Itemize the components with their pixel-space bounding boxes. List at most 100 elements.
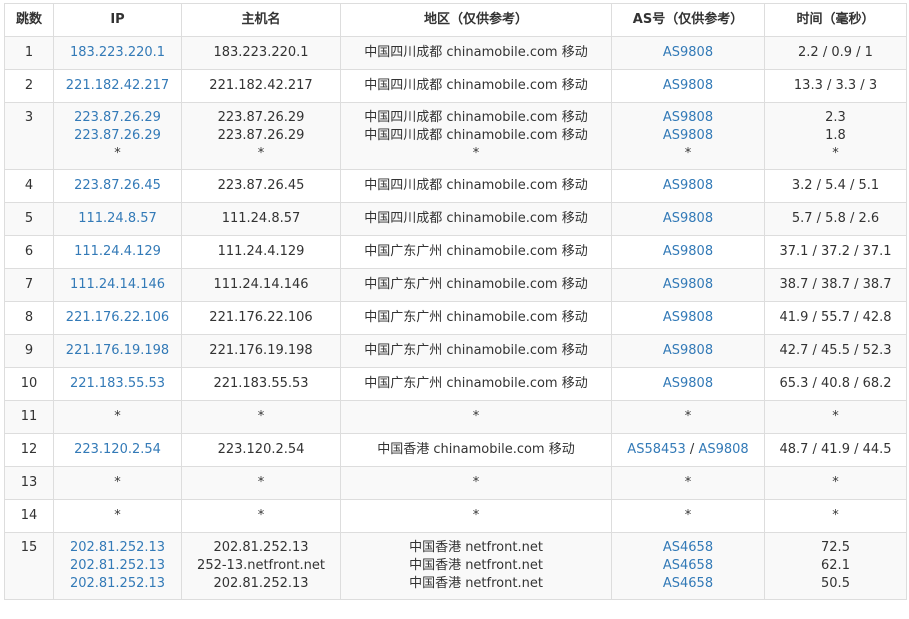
hostname-cell: 221.183.55.53 xyxy=(181,367,341,401)
ip-cell: * xyxy=(53,499,182,533)
region-text: 中国香港 chinamobile.com 移动 xyxy=(377,442,575,457)
hop-cell: 12 xyxy=(4,433,54,467)
asn-link[interactable]: AS9808 xyxy=(663,128,713,143)
hop-cell: 9 xyxy=(4,334,54,368)
hostname-text: 223.87.26.29 xyxy=(217,128,305,143)
asn-link[interactable]: AS58453 xyxy=(627,442,686,457)
region-text: 中国广东广州 chinamobile.com 移动 xyxy=(364,310,588,325)
hostname-text: * xyxy=(257,146,265,161)
hop-cell: 6 xyxy=(4,235,54,269)
region-text: * xyxy=(472,475,480,490)
asn-line: AS9808 xyxy=(612,342,764,360)
region-text: * xyxy=(472,508,480,523)
region-text: 中国香港 netfront.net xyxy=(409,576,543,591)
ip-link[interactable]: 221.182.42.217 xyxy=(54,77,181,95)
hop-cell: 2 xyxy=(4,69,54,103)
ip-link[interactable]: 221.183.55.53 xyxy=(54,375,181,393)
region-cell: * xyxy=(340,499,612,533)
hop-cell: 11 xyxy=(4,400,54,434)
asn-text: * xyxy=(684,409,692,424)
asn-link[interactable]: AS9808 xyxy=(663,110,713,125)
hostname-text: * xyxy=(257,475,265,490)
ip-text: * xyxy=(114,508,121,523)
asn-line: AS9808 xyxy=(612,375,764,393)
asn-cell: AS9808 xyxy=(611,367,765,401)
asn-text: * xyxy=(684,475,692,490)
asn-line: AS9808 xyxy=(612,309,764,327)
ip-link[interactable]: 223.87.26.45 xyxy=(54,177,181,195)
table-row: 2 221.182.42.217 221.182.42.217 中国四川成都 chin… xyxy=(4,69,907,103)
hostname-text: 111.24.8.57 xyxy=(221,211,301,226)
ip-link[interactable]: 223.87.26.29 xyxy=(54,127,181,145)
table-body: 1 183.223.220.1 183.223.220.1 中国四川成都 chinam… xyxy=(4,36,907,600)
asn-line: AS9808 xyxy=(612,127,764,145)
hop-cell: 14 xyxy=(4,499,54,533)
asn-cell: AS4658 AS4658 AS4658 xyxy=(611,532,765,600)
time-text: * xyxy=(832,475,839,490)
time-text: 2.3 xyxy=(825,110,846,125)
ip-cell: 111.24.4.129 xyxy=(53,235,182,269)
asn-link[interactable]: AS9808 xyxy=(663,244,713,259)
region-cell: 中国四川成都 chinamobile.com 移动 中国四川成都 chinamob… xyxy=(340,102,612,170)
time-cell: * xyxy=(764,400,907,434)
time-cell: 72.5 62.1 50.5 xyxy=(764,532,907,600)
asn-link[interactable]: AS9808 xyxy=(663,277,713,292)
table-row: 1 183.223.220.1 183.223.220.1 中国四川成都 chinam… xyxy=(4,36,907,70)
hostname-cell: * xyxy=(181,466,341,500)
hostname-cell: 223.120.2.54 xyxy=(181,433,341,467)
ip-cell: 221.182.42.217 xyxy=(53,69,182,103)
hop-cell: 8 xyxy=(4,301,54,335)
time-cell: 5.7 / 5.8 / 2.6 xyxy=(764,202,907,236)
column-header-hop: 跳数 xyxy=(4,3,54,37)
asn-line: AS4658 xyxy=(612,575,764,593)
region-text: 中国广东广州 chinamobile.com 移动 xyxy=(364,343,588,358)
region-cell: 中国广东广州 chinamobile.com 移动 xyxy=(340,268,612,302)
ip-link[interactable]: 183.223.220.1 xyxy=(54,44,181,62)
hostname-text: 111.24.4.129 xyxy=(217,244,305,259)
hostname-cell: 183.223.220.1 xyxy=(181,36,341,70)
region-cell: 中国香港 netfront.net 中国香港 netfront.net 中国香港 n… xyxy=(340,532,612,600)
asn-link[interactable]: AS9808 xyxy=(698,442,748,457)
time-cell: 38.7 / 38.7 / 38.7 xyxy=(764,268,907,302)
asn-link[interactable]: AS9808 xyxy=(663,343,713,358)
time-text: 62.1 xyxy=(821,558,850,573)
hostname-text: * xyxy=(257,409,265,424)
asn-link[interactable]: AS9808 xyxy=(663,78,713,93)
ip-link[interactable]: 111.24.8.57 xyxy=(54,210,181,228)
ip-link[interactable]: 221.176.22.106 xyxy=(54,309,181,327)
time-text: 48.7 / 41.9 / 44.5 xyxy=(779,442,892,457)
hostname-text: 202.81.252.13 xyxy=(213,576,309,591)
time-cell: 65.3 / 40.8 / 68.2 xyxy=(764,367,907,401)
ip-link[interactable]: 202.81.252.13 xyxy=(54,575,181,593)
asn-line: * xyxy=(612,507,764,525)
hostname-cell: 111.24.8.57 xyxy=(181,202,341,236)
ip-link[interactable]: 111.24.4.129 xyxy=(54,243,181,261)
ip-link[interactable]: 202.81.252.13 xyxy=(54,539,181,557)
region-text: 中国四川成都 chinamobile.com 移动 xyxy=(364,78,588,93)
asn-line: AS9808 xyxy=(612,177,764,195)
asn-link[interactable]: AS9808 xyxy=(663,211,713,226)
asn-link[interactable]: AS9808 xyxy=(663,310,713,325)
region-cell: 中国四川成都 chinamobile.com 移动 xyxy=(340,69,612,103)
asn-link[interactable]: AS9808 xyxy=(663,178,713,193)
asn-link[interactable]: AS4658 xyxy=(663,576,713,591)
asn-line: * xyxy=(612,408,764,426)
asn-link[interactable]: AS4658 xyxy=(663,558,713,573)
hostname-text: 221.176.19.198 xyxy=(209,343,313,358)
asn-text: * xyxy=(684,146,692,161)
ip-link[interactable]: 223.87.26.29 xyxy=(54,109,181,127)
ip-link[interactable]: 111.24.14.146 xyxy=(54,276,181,294)
ip-link[interactable]: 221.176.19.198 xyxy=(54,342,181,360)
region-text: 中国四川成都 chinamobile.com 移动 xyxy=(364,128,588,143)
region-text: 中国四川成都 chinamobile.com 移动 xyxy=(364,110,588,125)
ip-cell: 221.176.22.106 xyxy=(53,301,182,335)
region-text: * xyxy=(472,146,480,161)
ip-link[interactable]: 202.81.252.13 xyxy=(54,557,181,575)
asn-link[interactable]: AS4658 xyxy=(663,540,713,555)
ip-cell: * xyxy=(53,400,182,434)
time-text: 37.1 / 37.2 / 37.1 xyxy=(779,244,892,259)
asn-link[interactable]: AS9808 xyxy=(663,45,713,60)
table-row: 12 223.120.2.54 223.120.2.54 中国香港 chinamobi… xyxy=(4,433,907,467)
asn-link[interactable]: AS9808 xyxy=(663,376,713,391)
ip-link[interactable]: 223.120.2.54 xyxy=(54,441,181,459)
